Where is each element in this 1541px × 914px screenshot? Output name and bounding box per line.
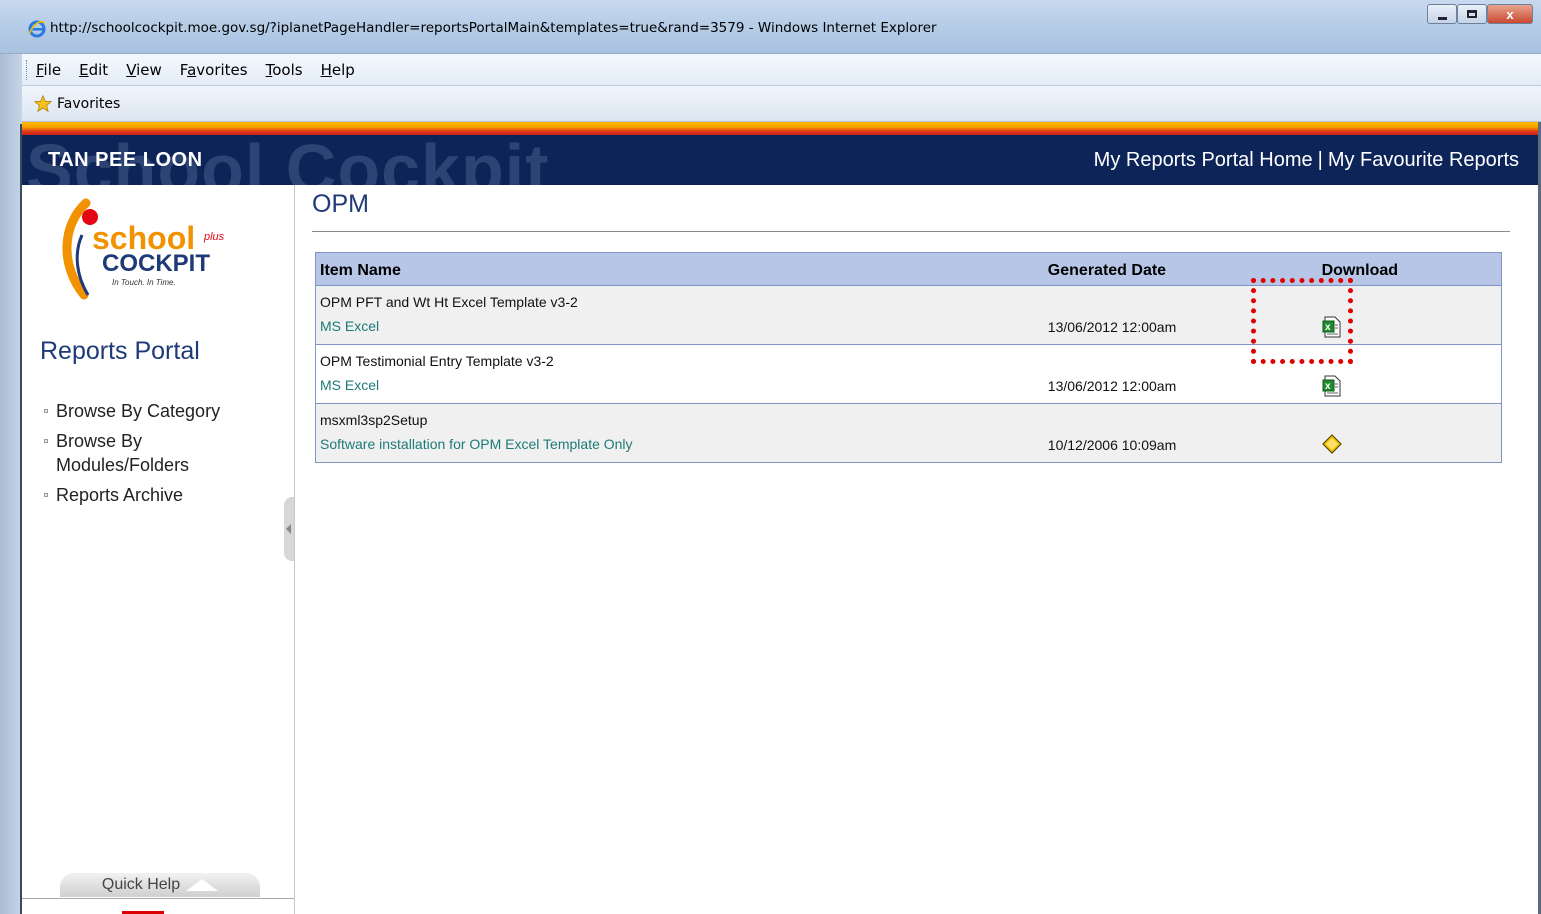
setup-file-icon[interactable] [1321,434,1342,454]
excel-file-icon[interactable]: x [1322,316,1342,338]
internet-explorer-icon [28,20,46,38]
menu-edit[interactable]: Edit [77,59,110,81]
close-icon: x [1506,6,1514,22]
favorites-button[interactable]: Favorites [34,94,121,113]
item-type-link[interactable]: MS Excel [320,318,1040,334]
header-color-stripe [22,122,1541,135]
favorites-bar: Favorites [22,86,1541,122]
bullet-icon [44,439,48,443]
sidebar-nav: Browse By Category Browse By Modules/Fol… [42,399,262,513]
table-row: OPM Testimonial Entry Template v3-2 MS Ex… [315,344,1502,404]
generated-date: 13/06/2012 12:00am [1047,378,1177,394]
table-header-row: Item Name Generated Date Download [315,252,1502,286]
sidebar: school plus COCKPIT In Touch. In Time. R… [22,185,295,914]
header-link-separator: | [1317,149,1323,171]
item-name: msxml3sp2Setup [320,412,428,428]
svg-text:x: x [1325,322,1331,333]
items-table: Item Name Generated Date Download OPM PF… [315,252,1502,463]
svg-text:plus: plus [203,231,225,243]
menu-tools[interactable]: Tools [264,59,305,81]
expand-up-icon [186,879,219,891]
item-type-link[interactable]: Software installation for OPM Excel Temp… [320,436,1040,452]
school-cockpit-logo: school plus COCKPIT In Touch. In Time. [62,198,225,300]
window-title: http://schoolcockpit.moe.gov.sg/?iplanet… [50,20,937,36]
quick-help-tab[interactable]: Quick Help [60,873,260,897]
sidebar-divider [22,898,294,899]
table-row: msxml3sp2Setup Software installation for … [315,403,1502,463]
menu-help[interactable]: Help [319,59,357,81]
site-header: School Cockpit TAN PEE LOON My Reports P… [22,135,1541,185]
menu-view[interactable]: View [124,59,164,81]
reports-portal-home-link[interactable]: My Reports Portal Home [1094,149,1313,171]
svg-text:In Touch. In Time.: In Touch. In Time. [112,278,176,287]
menu-file[interactable]: File [34,59,63,81]
maximize-icon [1467,10,1477,18]
sidebar-item-reports-archive[interactable]: Reports Archive [42,483,262,507]
window-left-frame [0,54,22,914]
generated-date: 13/06/2012 12:00am [1047,319,1177,335]
excel-file-icon[interactable]: x [1322,375,1342,397]
item-type-link[interactable]: MS Excel [320,377,1040,393]
page-content: School Cockpit TAN PEE LOON My Reports P… [22,122,1541,914]
column-header-generated-date[interactable]: Generated Date [1043,252,1304,286]
favorites-label: Favorites [57,95,121,112]
favourite-reports-link[interactable]: My Favourite Reports [1328,149,1519,171]
minimize-icon [1437,16,1447,20]
sidebar-item-browse-by-modules[interactable]: Browse By Modules/Folders [42,429,262,477]
menu-bar: File Edit View Favorites Tools Help [22,54,1541,86]
minimize-button[interactable] [1427,4,1457,24]
menu-favorites[interactable]: Favorites [178,59,250,81]
svg-text:x: x [1325,381,1331,392]
user-name: TAN PEE LOON [48,149,203,171]
header-links: My Reports Portal Home | My Favourite Repo… [1094,149,1519,172]
column-header-download[interactable]: Download [1303,252,1502,286]
sidebar-collapse-handle[interactable] [284,497,294,561]
table-row: OPM PFT and Wt Ht Excel Template v3-2 MS … [315,285,1502,345]
bullet-icon [44,409,48,413]
window-title-bar: http://schoolcockpit.moe.gov.sg/?iplanet… [0,0,1541,54]
bullet-icon [44,493,48,497]
close-button[interactable]: x [1487,4,1533,24]
page-title: OPM [312,190,369,218]
reports-portal-title: Reports Portal [40,337,200,365]
item-name: OPM PFT and Wt Ht Excel Template v3-2 [320,294,578,310]
maximize-button[interactable] [1457,4,1487,24]
item-name: OPM Testimonial Entry Template v3-2 [320,353,554,369]
star-icon [34,94,52,112]
sidebar-item-browse-by-category[interactable]: Browse By Category [42,399,262,423]
toolbar-grip[interactable] [26,60,29,80]
column-header-item-name[interactable]: Item Name [315,252,1044,286]
svg-text:COCKPIT: COCKPIT [102,250,210,277]
quick-help-label: Quick Help [101,876,181,893]
generated-date: 10/12/2006 10:09am [1047,437,1177,453]
title-divider [312,231,1510,232]
